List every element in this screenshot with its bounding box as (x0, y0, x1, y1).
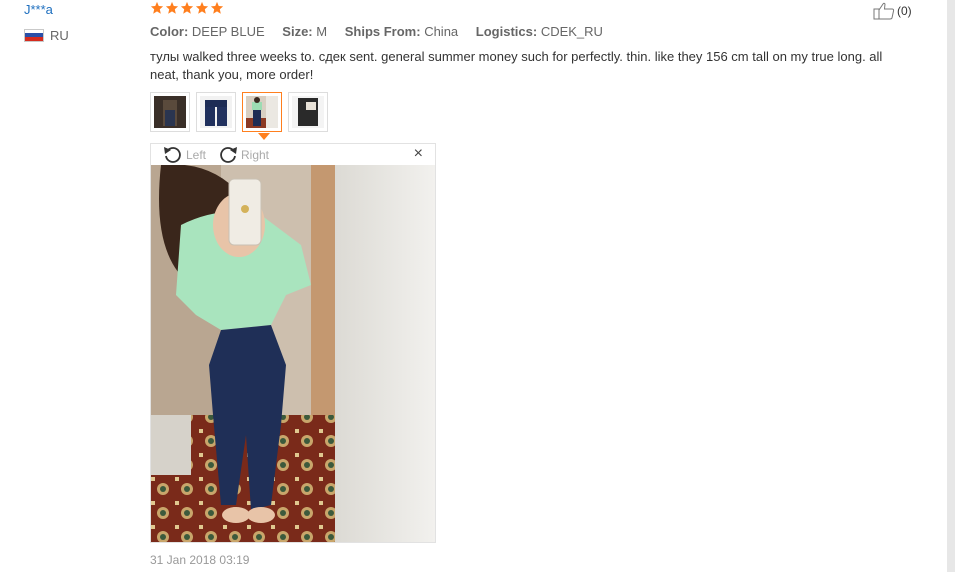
ships-from-label: Ships From: (344, 24, 421, 39)
review-item: J***a RU (0) Color: DEEP BLUE Size: M Sh… (0, 0, 945, 572)
reviewer-country: RU (24, 27, 69, 43)
thumbnail-image (292, 96, 324, 128)
thumbs-up-icon (873, 2, 895, 20)
logistics-label: Logistics: (475, 24, 538, 39)
star-icon (180, 1, 194, 14)
photo-thumbnail[interactable] (196, 92, 236, 132)
reviewer-name[interactable]: J***a (24, 2, 53, 17)
ships-from-value: China (424, 24, 459, 39)
photo-thumbnail-active[interactable] (242, 92, 282, 132)
review-photo-image (151, 165, 435, 542)
photo-viewer: Left Right × (150, 143, 436, 543)
rotate-right-button[interactable]: Right (217, 145, 269, 165)
star-icon (210, 1, 224, 14)
thumbnail-image (200, 96, 232, 128)
photo-thumbnail[interactable] (150, 92, 190, 132)
rotate-left-label: Left (186, 148, 207, 162)
helpful-button[interactable]: (0) (873, 2, 912, 20)
color-label: Color: (150, 24, 189, 39)
star-icon (165, 1, 179, 14)
active-thumbnail-pointer (258, 133, 270, 140)
logistics-value: CDEK_RU (540, 24, 603, 39)
thumbnail-image (246, 96, 278, 128)
close-icon[interactable]: × (414, 146, 423, 162)
star-icon (150, 1, 164, 14)
color-value: DEEP BLUE (191, 24, 265, 39)
rotate-right-label: Right (241, 148, 270, 162)
size-label: Size: (282, 24, 313, 39)
photo-viewer-toolbar: Left Right × (151, 144, 435, 165)
review-date: 31 Jan 2018 03:19 (150, 553, 250, 567)
photo-thumbnails (150, 92, 328, 132)
star-rating (150, 1, 224, 15)
rotate-right-icon (220, 147, 237, 163)
rotate-left-icon (164, 147, 181, 163)
star-icon (195, 1, 209, 14)
order-info: Color: DEEP BLUE Size: M Ships From: Chi… (150, 24, 617, 39)
review-photo (151, 165, 435, 542)
size-value: M (316, 24, 328, 39)
country-code: RU (50, 27, 69, 43)
rotate-left-button[interactable]: Left (162, 145, 206, 165)
thumbnail-image (154, 96, 186, 128)
photo-thumbnail[interactable] (288, 92, 328, 132)
page-scrollbar[interactable] (947, 0, 955, 572)
flag-ru-icon (24, 28, 44, 42)
helpful-count: (0) (897, 4, 912, 18)
review-text: тулы walked three weeks to. сдек sent. g… (150, 49, 883, 82)
